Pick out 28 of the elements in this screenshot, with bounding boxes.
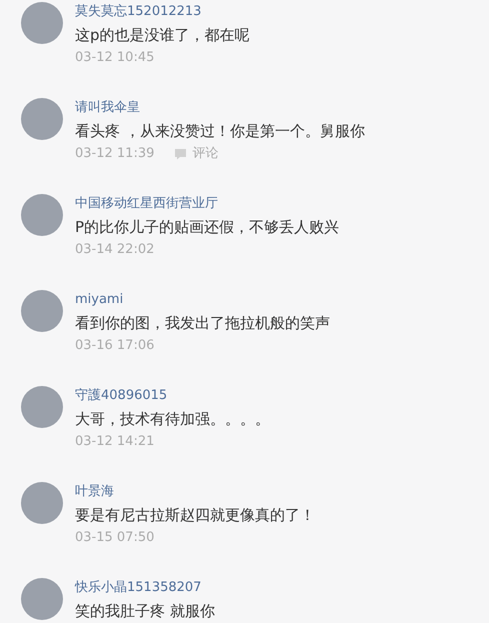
avatar[interactable] — [21, 290, 63, 332]
author-name[interactable]: 请叫我伞皇 — [75, 98, 365, 118]
comment-time: 03-12 10:45 — [75, 49, 154, 67]
author-name[interactable]: 中国移动红星西街营业厅 — [75, 194, 340, 214]
comment-text: 看头疼 ，从来没赞过！你是第一个。舅服你 — [75, 121, 365, 142]
author-name[interactable]: 叶景海 — [75, 482, 315, 502]
avatar[interactable] — [21, 482, 63, 524]
comment-text: 笑的我肚子疼 就服你 — [75, 601, 215, 622]
comment-time: 03-12 11:39 — [75, 145, 154, 163]
comment-time: 03-14 22:02 — [75, 241, 154, 259]
avatar[interactable] — [21, 578, 63, 620]
author-name[interactable]: 快乐小晶151358207 — [75, 578, 215, 598]
comment-text: 这p的也是没谁了，都在呢 — [75, 25, 250, 46]
avatar[interactable] — [21, 2, 63, 44]
avatar[interactable] — [21, 98, 63, 140]
speech-bubble-icon — [174, 148, 188, 160]
comment-text: 要是有尼古拉斯赵四就更像真的了！ — [75, 505, 315, 526]
author-name[interactable]: miyami — [75, 290, 330, 310]
avatar[interactable] — [21, 194, 63, 236]
avatar[interactable] — [21, 386, 63, 428]
comment-time: 03-16 17:06 — [75, 337, 154, 355]
comment-text: P的比你儿子的贴画还假，不够丢人败兴 — [75, 217, 340, 238]
comment-time: 03-12 14:21 — [75, 433, 154, 451]
author-name[interactable]: 守護40896015 — [75, 386, 270, 406]
comment-time: 03-15 07:50 — [75, 529, 154, 547]
author-name[interactable]: 莫失莫忘152012213 — [75, 2, 250, 22]
comment-text: 大哥，技术有待加强。。。。 — [75, 409, 270, 430]
comment-text: 看到你的图，我发出了拖拉机般的笑声 — [75, 313, 330, 334]
